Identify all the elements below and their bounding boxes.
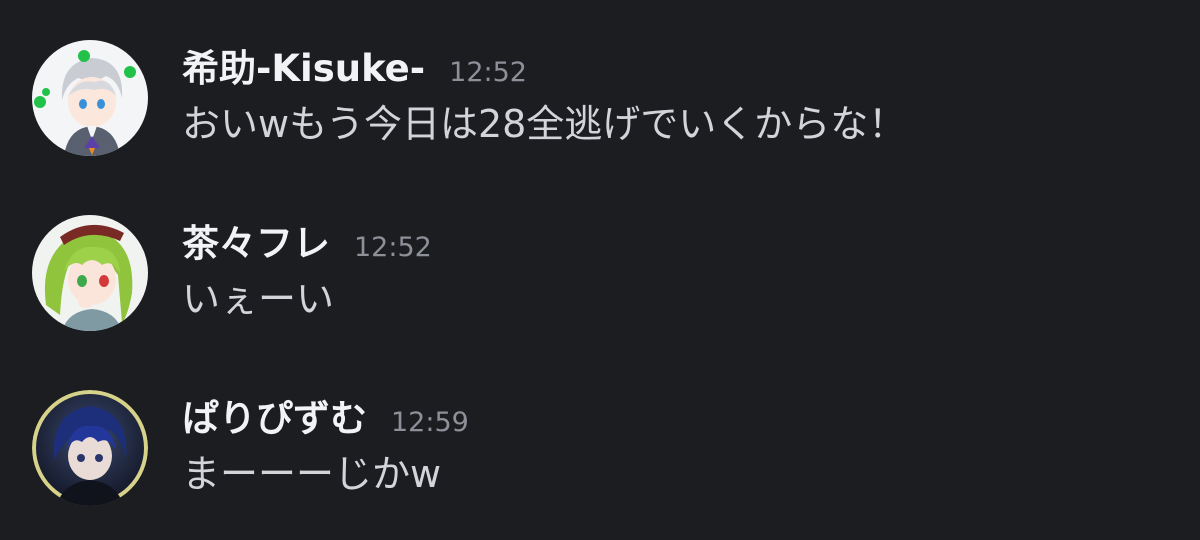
chat-message: 希助-Kisuke- 12:52 おいwもう今日は28全逃げでいくからな！ <box>0 30 1200 180</box>
timestamp: 12:59 <box>391 407 469 438</box>
timestamp: 12:52 <box>449 57 527 88</box>
user-avatar[interactable] <box>32 40 148 156</box>
message-header: 茶々フレ 12:52 <box>182 213 432 273</box>
username[interactable]: 茶々フレ <box>182 213 330 267</box>
chat-message-list: 希助-Kisuke- 12:52 おいwもう今日は28全逃げでいくからな！ 茶々… <box>0 0 1200 540</box>
user-avatar[interactable] <box>32 215 148 331</box>
message-header: ぱりぴずむ 12:59 <box>182 388 469 448</box>
anime-girl-green-hair-avatar-icon <box>32 215 148 331</box>
message-text: いぇーい <box>182 277 335 321</box>
message-text: おいwもう今日は28全逃げでいくからな！ <box>182 102 907 146</box>
anime-boy-dark-hair-avatar-icon <box>32 390 148 506</box>
username[interactable]: 希助-Kisuke- <box>182 38 425 92</box>
username[interactable]: ぱりぴずむ <box>182 388 367 442</box>
message-header: 希助-Kisuke- 12:52 <box>182 38 527 98</box>
anime-boy-silver-hair-avatar-icon <box>32 40 148 156</box>
message-text: まーーーじかw <box>182 452 442 496</box>
chat-message: 茶々フレ 12:52 いぇーい <box>0 205 1200 355</box>
user-avatar[interactable] <box>32 390 148 506</box>
chat-message: ぱりぴずむ 12:59 まーーーじかw <box>0 380 1200 530</box>
timestamp: 12:52 <box>354 232 432 263</box>
